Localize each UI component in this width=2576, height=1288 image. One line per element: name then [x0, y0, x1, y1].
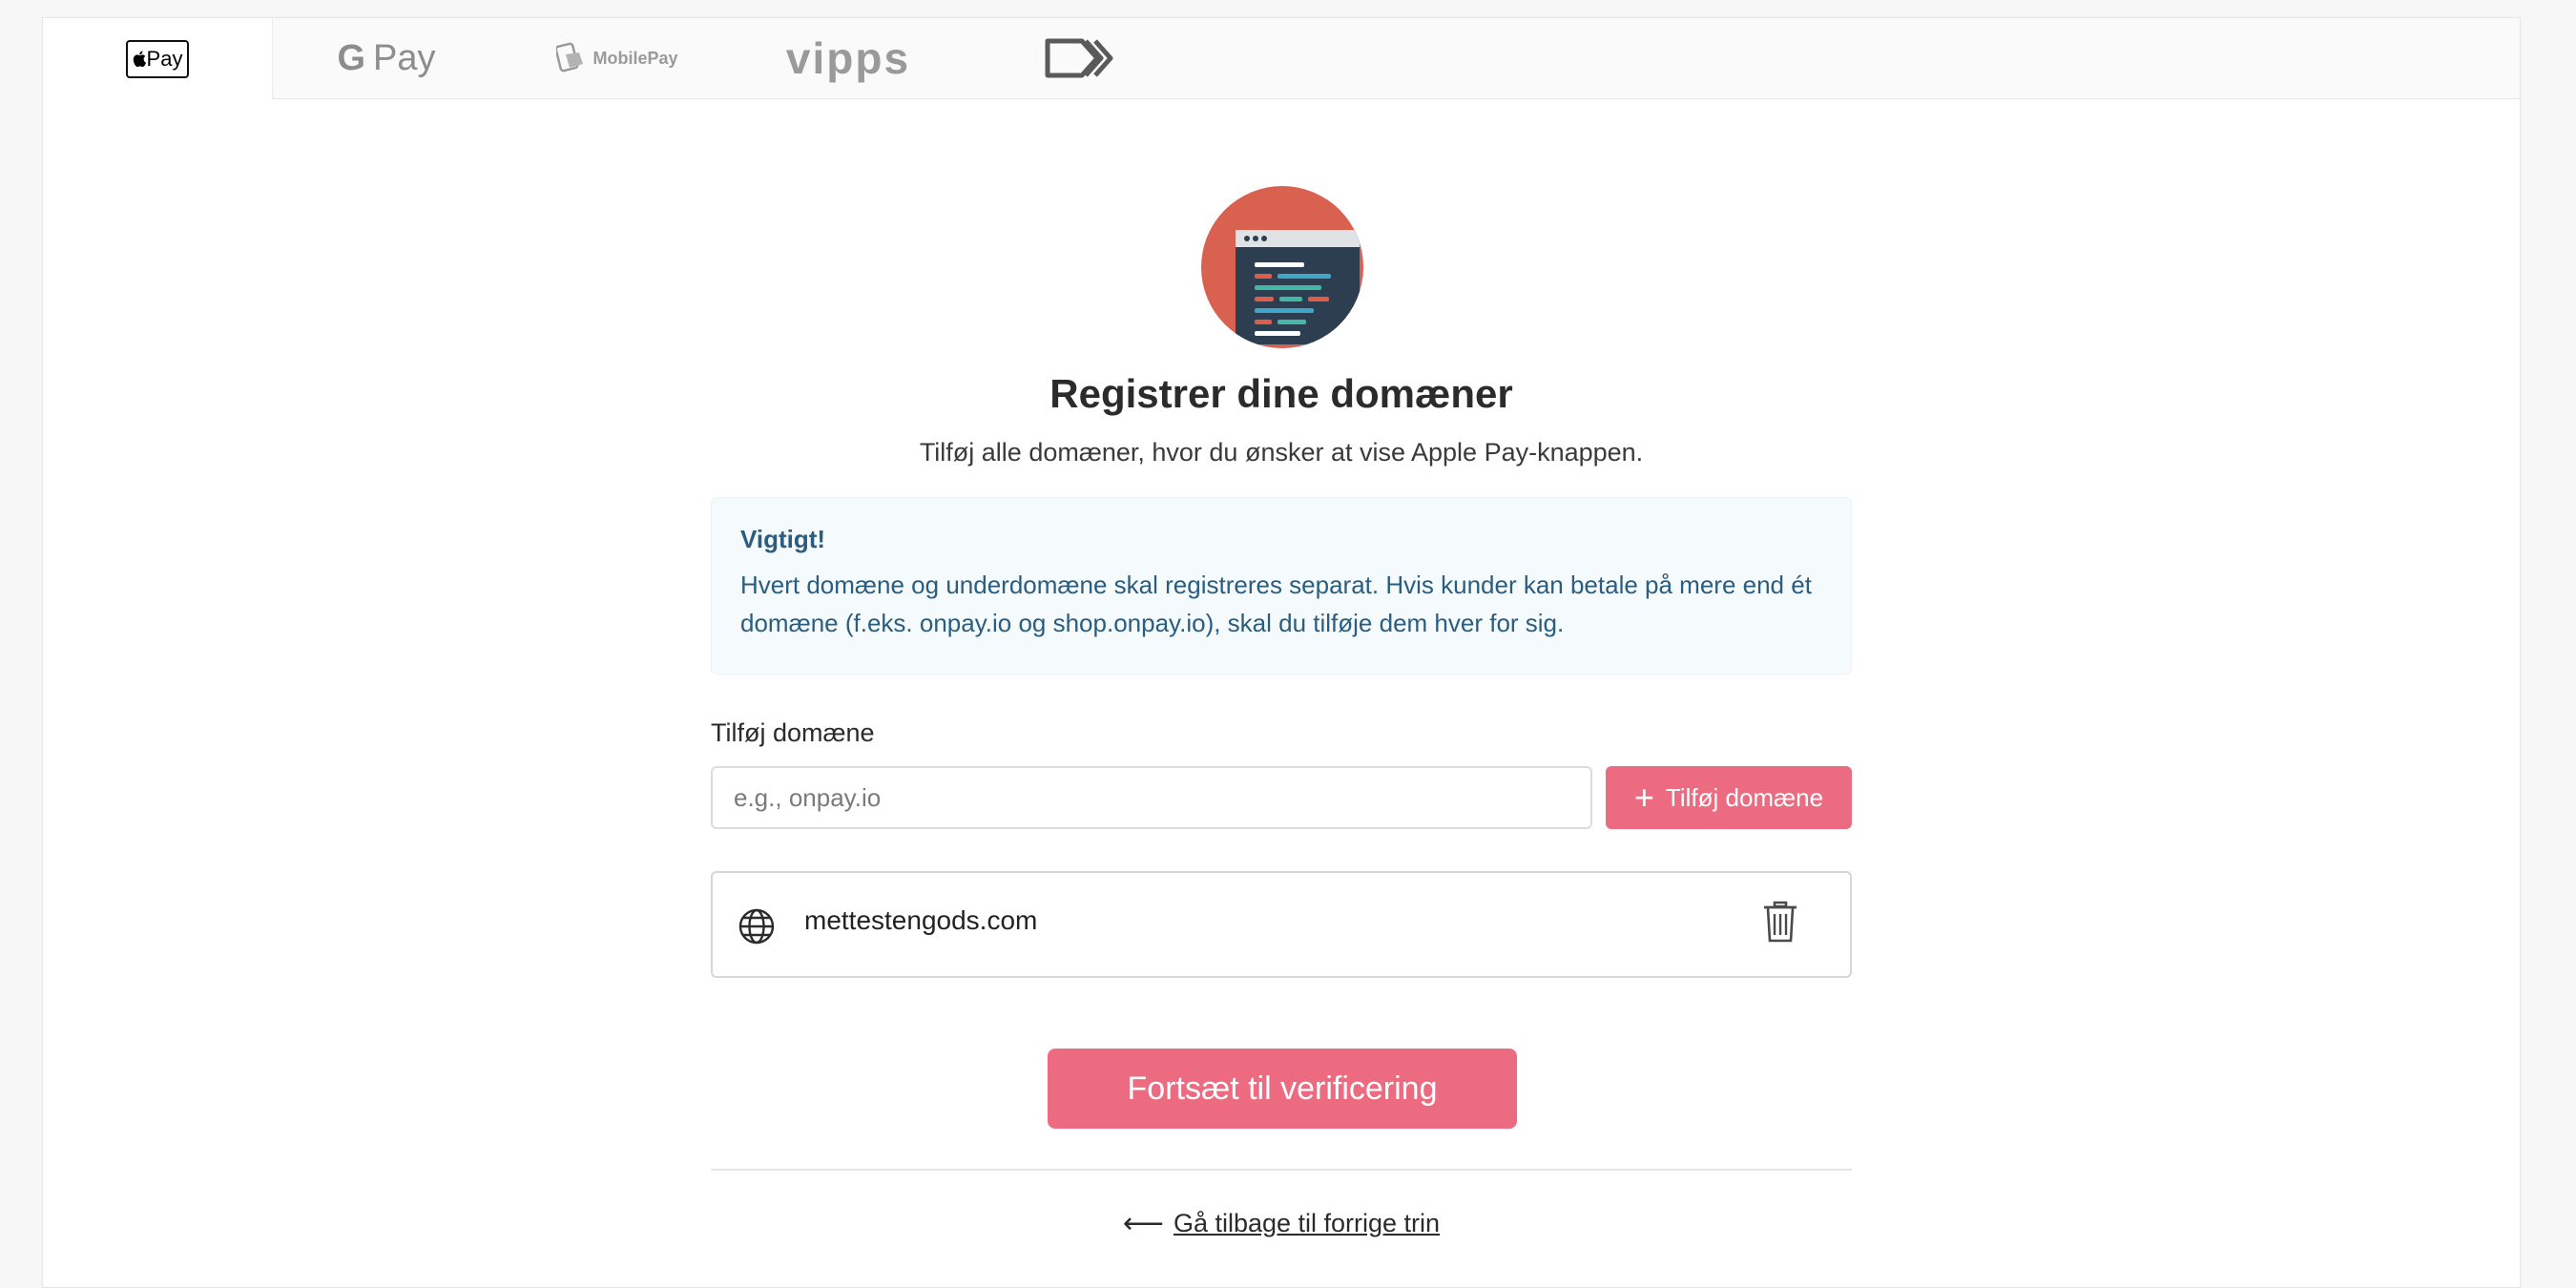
apple-pay-label: Pay [146, 46, 183, 71]
tab-vipps[interactable]: vipps [734, 18, 963, 98]
tab-google-pay[interactable]: G Pay [272, 18, 501, 98]
back-link-label: Gå tilbage til forrige trin [1173, 1209, 1441, 1237]
page-title: Registrer dine domæner [1049, 371, 1513, 416]
mobilepay-label: MobilePay [592, 48, 678, 68]
tab-mobilepay[interactable]: MobilePay [503, 18, 732, 98]
back-link[interactable]: ⟵ Gå tilbage til forrige trin [43, 1207, 2520, 1240]
tab-other-payment[interactable] [965, 18, 1194, 98]
apple-icon [133, 51, 146, 67]
google-pay-label: Pay [373, 37, 436, 78]
globe-icon [738, 908, 775, 945]
mobilepay-logo: MobilePay [556, 41, 678, 75]
continue-to-verification-button[interactable]: Fortsæt til verificering [1048, 1049, 1517, 1129]
plus-icon: + [1633, 778, 1654, 817]
payment-method-tabs: Pay G Pay MobilePay vipps [43, 18, 2520, 99]
code-window-illustration-icon [1201, 186, 1363, 348]
apple-pay-logo: Pay [126, 39, 189, 78]
important-notice: Vigtigt! Hvert domæne og underdomæne ska… [711, 497, 1852, 675]
google-pay-logo: G Pay [337, 38, 435, 79]
arrow-left-icon: ⟵ [1122, 1208, 1164, 1239]
notice-title: Vigtigt! [740, 525, 826, 553]
domain-name: mettestengods.com [804, 905, 1038, 935]
domain-input[interactable] [711, 766, 1592, 829]
double-chevron-logo-icon [1045, 38, 1113, 78]
vipps-logo: vipps [785, 33, 911, 83]
notice-text: Hvert domæne og underdomæne skal registr… [740, 571, 1812, 637]
page-subtitle: Tilføj alle domæner, hvor du ønsker at v… [919, 438, 1644, 467]
tab-apple-pay[interactable]: Pay [43, 18, 273, 99]
divider [711, 1169, 1852, 1171]
mobilepay-icon [556, 42, 584, 73]
delete-domain-trash-icon[interactable] [1762, 900, 1798, 944]
domain-list-item: mettestengods.com [711, 871, 1852, 978]
add-domain-button-label: Tilføj domæne [1665, 782, 1824, 812]
google-g-icon: G [337, 37, 366, 78]
add-domain-label: Tilføj domæne [711, 718, 875, 747]
add-domain-button[interactable]: + Tilføj domæne [1606, 766, 1852, 829]
main-card: Pay G Pay MobilePay vipps Registrer dine… [42, 17, 2521, 1288]
